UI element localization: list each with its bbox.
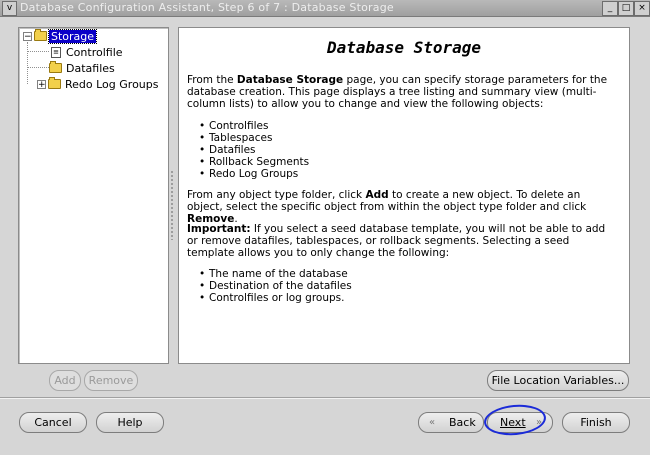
list-item: Tablespaces <box>199 132 309 144</box>
page-title: Database Storage <box>326 38 482 57</box>
controlfile-icon: ≡ <box>51 46 61 58</box>
close-icon[interactable]: × <box>634 1 650 16</box>
tree-item-datafiles[interactable]: Datafiles <box>49 60 117 76</box>
tree-item-storage[interactable]: − Storage <box>23 28 98 44</box>
title-bar: v Database Configuration Assistant, Step… <box>0 0 650 17</box>
list-item: Datafiles <box>199 144 309 156</box>
window-menu-icon[interactable]: v <box>2 1 17 16</box>
list-item: The name of the database <box>199 268 352 280</box>
tree-connector <box>27 51 49 52</box>
maximize-icon[interactable]: □ <box>618 1 634 16</box>
help-content-panel: Database Storage From the Database Stora… <box>178 27 630 364</box>
next-button-label: Next <box>500 416 526 429</box>
add-button[interactable]: Add <box>49 370 81 391</box>
minimize-icon[interactable]: _ <box>602 1 618 16</box>
tree-connector <box>27 42 28 84</box>
window-title: Database Configuration Assistant, Step 6… <box>20 1 394 14</box>
back-arrow-icon: « <box>429 417 436 428</box>
changeable-list: The name of the database Destination of … <box>199 268 352 304</box>
finish-button[interactable]: Finish <box>562 412 630 433</box>
folder-icon <box>49 61 62 73</box>
help-button[interactable]: Help <box>96 412 164 433</box>
important-paragraph: Important: If you select a seed database… <box>187 223 606 259</box>
tree-item-label: Redo Log Groups <box>65 77 159 91</box>
next-button[interactable]: Next » <box>487 412 553 433</box>
tree-item-label: Storage <box>47 28 98 44</box>
objects-list: Controlfiles Tablespaces Datafiles Rollb… <box>199 120 309 180</box>
folder-open-icon <box>34 29 47 41</box>
list-item: Rollback Segments <box>199 156 309 168</box>
back-button-label: Back <box>449 416 476 429</box>
tree-item-label: Controlfile <box>66 45 123 59</box>
folder-icon <box>48 77 61 89</box>
list-item: Controlfiles <box>199 120 309 132</box>
remove-button[interactable]: Remove <box>84 370 138 391</box>
collapse-icon[interactable]: − <box>23 31 32 41</box>
intro-paragraph: From the Database Storage page, you can … <box>187 74 608 110</box>
tree-item-label: Datafiles <box>66 61 115 75</box>
tree-connector <box>27 67 49 68</box>
expand-icon[interactable]: + <box>37 79 46 89</box>
list-item: Destination of the datafiles <box>199 280 352 292</box>
next-arrow-icon: » <box>536 417 543 428</box>
back-button[interactable]: « Back <box>418 412 484 433</box>
cancel-button[interactable]: Cancel <box>19 412 87 433</box>
tree-item-controlfile[interactable]: ≡ Controlfile <box>51 44 125 60</box>
tree-item-redo-log-groups[interactable]: + Redo Log Groups <box>37 76 161 92</box>
separator <box>0 397 650 399</box>
storage-tree[interactable]: − Storage ≡ Controlfile Datafiles + Redo… <box>18 27 169 364</box>
add-remove-paragraph: From any object type folder, click Add t… <box>187 189 587 225</box>
panel-splitter-handle[interactable] <box>170 170 174 240</box>
file-location-variables-button[interactable]: File Location Variables... <box>487 370 629 391</box>
list-item: Redo Log Groups <box>199 168 309 180</box>
list-item: Controlfiles or log groups. <box>199 292 352 304</box>
